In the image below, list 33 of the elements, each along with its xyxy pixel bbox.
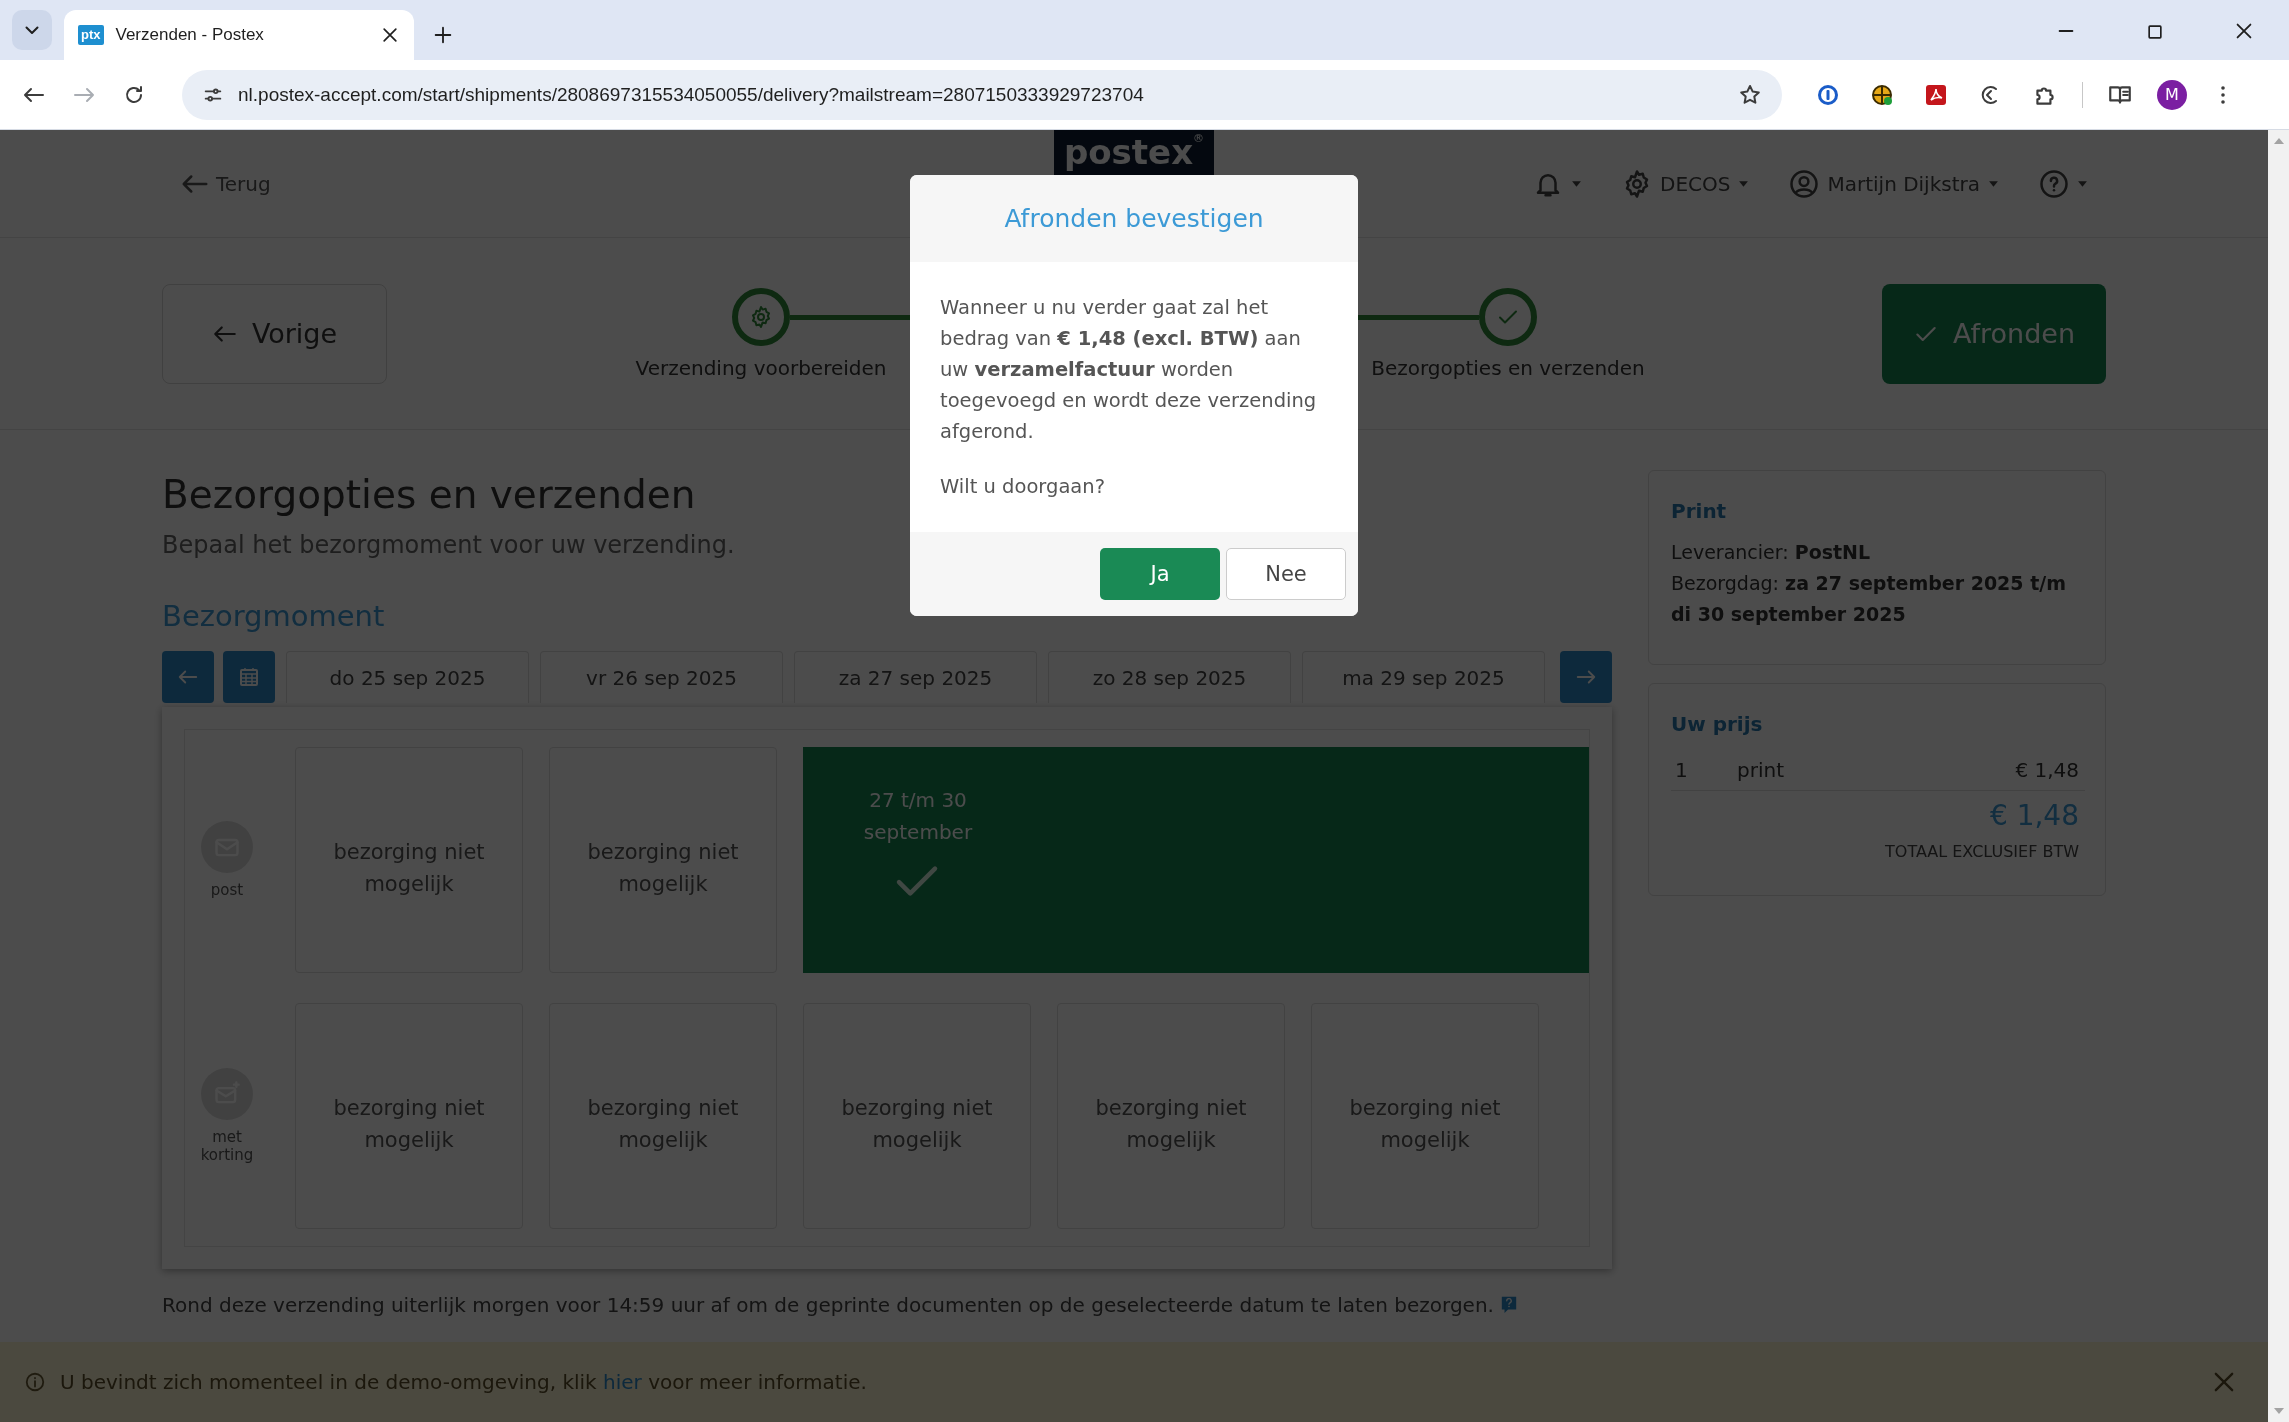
ball-extension-icon[interactable]	[1870, 82, 1894, 107]
password-extension-icon[interactable]	[1816, 82, 1840, 107]
section-title: Bezorgmoment	[162, 599, 385, 633]
star-icon[interactable]	[1738, 82, 1762, 107]
new-tab-icon[interactable]	[432, 24, 454, 46]
chevron-down-icon	[25, 25, 39, 35]
quantity: 1	[1675, 758, 1689, 782]
slot-text: 27 t/m 30 september	[862, 787, 974, 846]
dialog-text: Wilt u doorgaan?	[940, 474, 1106, 500]
confirm-button[interactable]: Ja	[1100, 548, 1220, 600]
pdf-extension-icon[interactable]	[1924, 82, 1948, 107]
item-price: € 1,48	[2015, 758, 2079, 782]
total-price: € 1,48	[1988, 799, 2079, 832]
card-title: Uw prijs	[1671, 712, 1764, 736]
card-title: Print	[1671, 499, 1728, 523]
item-name: print	[1737, 758, 1785, 782]
detail-line: Bezorgdag: za 27 september 2025 t/m di 30 september 2025	[1671, 571, 2067, 627]
page-title: Bezorgopties en verzenden	[162, 472, 696, 517]
dialog-text: Wanneer u nu verder gaat zal het bedrag van € 1,48 (excl. BTW) aan uw verzamelfactuur worden toegevoegd en wordt deze verzending afgerond.	[940, 295, 1318, 445]
total-label: TOTAAL EXCLUSIEF BTW	[1884, 842, 2079, 861]
address-bar[interactable]: nl.postex-accept.com/start/shipments/2808697315534050055/delivery?mailstream=2807150333929723704	[182, 69, 1782, 120]
profile-avatar[interactable]: M	[2157, 79, 2187, 110]
step-label: Bezorgopties en verzenden	[1371, 355, 1645, 380]
close-tab-icon[interactable]	[380, 25, 400, 45]
maximize-icon[interactable]	[2145, 22, 2165, 42]
dialog-title: Afronden bevestigen	[1004, 204, 1264, 233]
deadline-note: Rond deze verzending uiterlijk morgen voor 14:59 uur af om de geprinte documenten op de geselecteerde datum te laten bezorgen.	[162, 1293, 1494, 1317]
step-label: Verzending voorbereiden	[635, 355, 887, 380]
detail-line: Leverancier: PostNL	[1671, 540, 1872, 565]
favicon: ptx	[78, 25, 104, 45]
tab-search-button[interactable]	[12, 10, 52, 50]
cancel-button[interactable]: Nee	[1226, 548, 1346, 600]
browser-tab[interactable]: ptx Verzenden - Postex	[64, 10, 414, 60]
